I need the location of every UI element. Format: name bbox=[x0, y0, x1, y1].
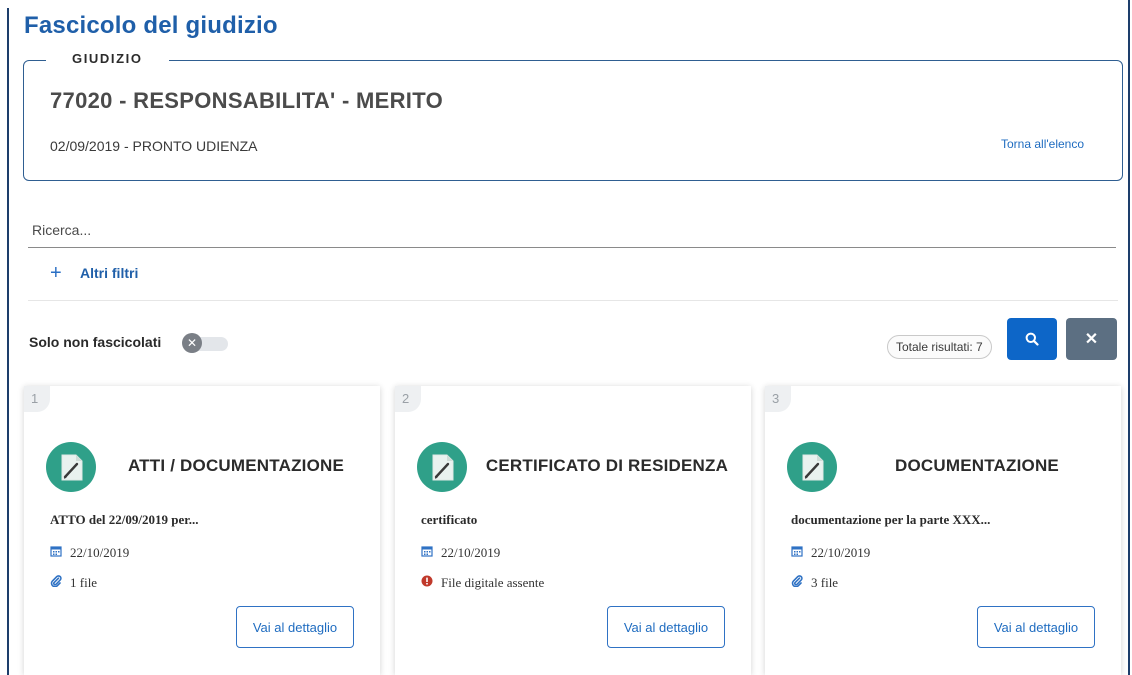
document-edit-icon bbox=[787, 442, 837, 492]
frame-border-left bbox=[7, 8, 9, 675]
document-card: 1 ATTI / DOCUMENTAZIONE ATTO del 22/09/2… bbox=[24, 386, 380, 675]
card-files-text: File digitale assente bbox=[441, 575, 545, 590]
paperclip-icon bbox=[50, 575, 64, 591]
view-detail-button[interactable]: Vai al dettaglio bbox=[607, 606, 725, 648]
close-icon: ✕ bbox=[1084, 331, 1099, 348]
solo-non-fascicolati-toggle[interactable]: ✕ bbox=[182, 333, 228, 353]
document-edit-icon bbox=[46, 442, 96, 492]
back-to-list-link[interactable]: Torna all'elenco bbox=[1001, 137, 1084, 151]
giudizio-panel bbox=[23, 60, 1123, 181]
document-card: 3 DOCUMENTAZIONE documentazione per la p… bbox=[765, 386, 1121, 675]
card-description: documentazione per la parte XXX... bbox=[791, 512, 991, 527]
calendar-icon bbox=[421, 545, 435, 561]
card-description: certificato bbox=[421, 512, 478, 527]
card-title: CERTIFICATO DI RESIDENZA bbox=[485, 456, 729, 475]
view-detail-button[interactable]: Vai al dettaglio bbox=[236, 606, 354, 648]
frame-border-right bbox=[1128, 0, 1130, 675]
document-edit-icon bbox=[417, 442, 467, 492]
more-filters-button[interactable]: + Altri filtri bbox=[50, 262, 138, 284]
giudizio-title: 77020 - RESPONSABILITA' - MERITO bbox=[50, 88, 443, 113]
card-files: 3 file bbox=[791, 575, 838, 591]
card-title: ATTI / DOCUMENTAZIONE bbox=[127, 456, 345, 475]
calendar-icon bbox=[791, 545, 805, 561]
document-card: 2 CERTIFICATO DI RESIDENZA certificato 2… bbox=[395, 386, 751, 675]
close-icon: ✕ bbox=[182, 333, 202, 353]
card-files: File digitale assente bbox=[421, 575, 544, 591]
giudizio-legend: GIUDIZIO bbox=[46, 51, 169, 66]
card-description: ATTO del 22/09/2019 per... bbox=[50, 512, 199, 527]
card-date: 22/10/2019 bbox=[50, 545, 129, 561]
giudizio-subtitle: 02/09/2019 - PRONTO UDIENZA bbox=[50, 138, 258, 154]
card-number: 3 bbox=[765, 386, 791, 412]
more-filters-label: Altri filtri bbox=[80, 265, 139, 281]
card-date: 22/10/2019 bbox=[791, 545, 870, 561]
card-files-text: 1 file bbox=[70, 575, 98, 590]
search-button[interactable] bbox=[1007, 318, 1057, 360]
card-files: 1 file bbox=[50, 575, 97, 591]
card-date-value: 22/10/2019 bbox=[70, 545, 130, 560]
card-date-value: 22/10/2019 bbox=[811, 545, 871, 560]
card-number: 1 bbox=[24, 386, 50, 412]
view-detail-button[interactable]: Vai al dettaglio bbox=[977, 606, 1095, 648]
card-files-text: 3 file bbox=[811, 575, 839, 590]
toggle-label: Solo non fascicolati bbox=[29, 334, 162, 350]
search-input[interactable] bbox=[28, 212, 1116, 248]
divider bbox=[28, 300, 1118, 301]
card-date: 22/10/2019 bbox=[421, 545, 500, 561]
card-number: 2 bbox=[395, 386, 421, 412]
search-icon bbox=[1025, 332, 1039, 346]
card-title: DOCUMENTAZIONE bbox=[895, 456, 1059, 475]
page-title: Fascicolo del giudizio bbox=[24, 12, 278, 39]
card-date-value: 22/10/2019 bbox=[441, 545, 501, 560]
alert-icon bbox=[421, 575, 435, 591]
total-results-badge: Totale risultati: 7 bbox=[887, 335, 992, 359]
calendar-icon bbox=[50, 545, 64, 561]
plus-icon: + bbox=[50, 262, 62, 284]
clear-button[interactable]: ✕ bbox=[1066, 318, 1117, 360]
paperclip-icon bbox=[791, 575, 805, 591]
